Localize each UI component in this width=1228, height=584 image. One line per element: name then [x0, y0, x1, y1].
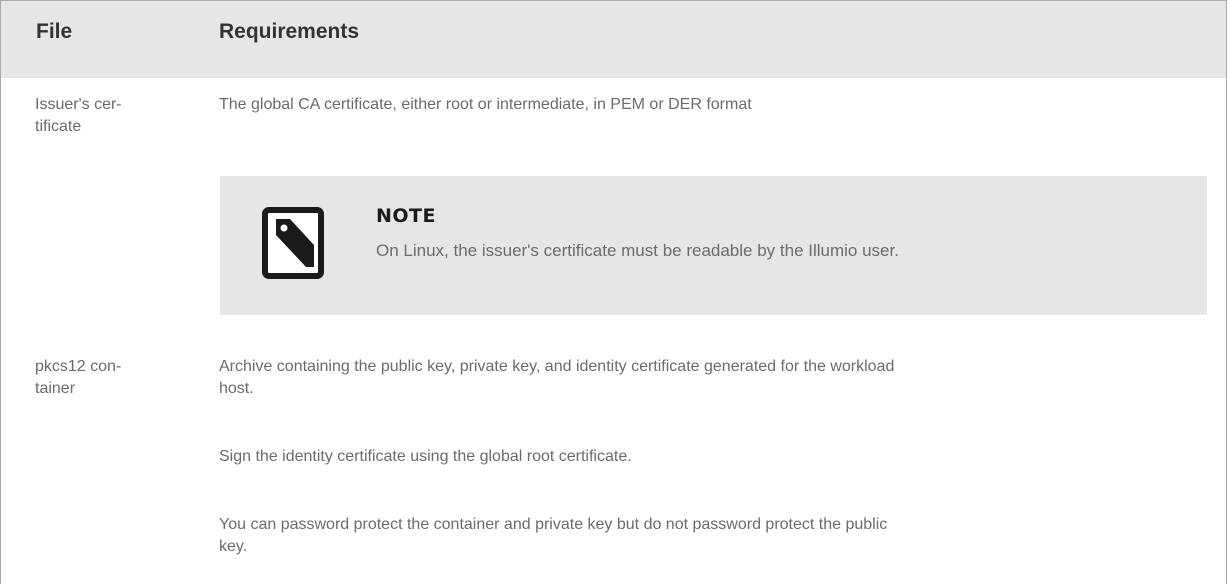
- row2-file-line2: tainer: [35, 380, 76, 397]
- row2-paragraph1-line1: Archive containing the public key, priva…: [219, 358, 895, 375]
- row2-file-cell: pkcs12 con- tainer: [35, 356, 121, 400]
- row2-paragraph2-line1: Sign the identity certificate using the …: [219, 448, 632, 465]
- row2-paragraph2: Sign the identity certificate using the …: [219, 446, 632, 468]
- row2-file-line1: pkcs12 con-: [35, 358, 122, 375]
- row2-paragraph3-line2: key.: [219, 538, 248, 555]
- table-header: File Requirements: [1, 1, 1226, 78]
- row1-requirement: The global CA certificate, either root o…: [219, 96, 752, 113]
- note-title: NOTE: [376, 205, 436, 227]
- row1-file-line1: Issuer's cer-: [35, 96, 122, 113]
- note-icon: [262, 207, 324, 279]
- row1-file-cell: Issuer's cer- tificate: [35, 94, 122, 138]
- requirements-table: File Requirements Issuer's cer- tificate…: [0, 0, 1227, 584]
- row2-paragraph3-line1: You can password protect the container a…: [219, 516, 888, 533]
- row1-file-line2: tificate: [35, 118, 82, 135]
- note-box: NOTE On Linux, the issuer's certificate …: [220, 176, 1207, 315]
- row2-paragraph3: You can password protect the container a…: [219, 514, 887, 558]
- note-text: On Linux, the issuer's certificate must …: [376, 241, 899, 260]
- row2-paragraph1: Archive containing the public key, priva…: [219, 356, 894, 400]
- row2-paragraph1-line2: host.: [219, 380, 254, 397]
- header-file: File: [36, 20, 73, 43]
- header-requirements: Requirements: [219, 20, 360, 43]
